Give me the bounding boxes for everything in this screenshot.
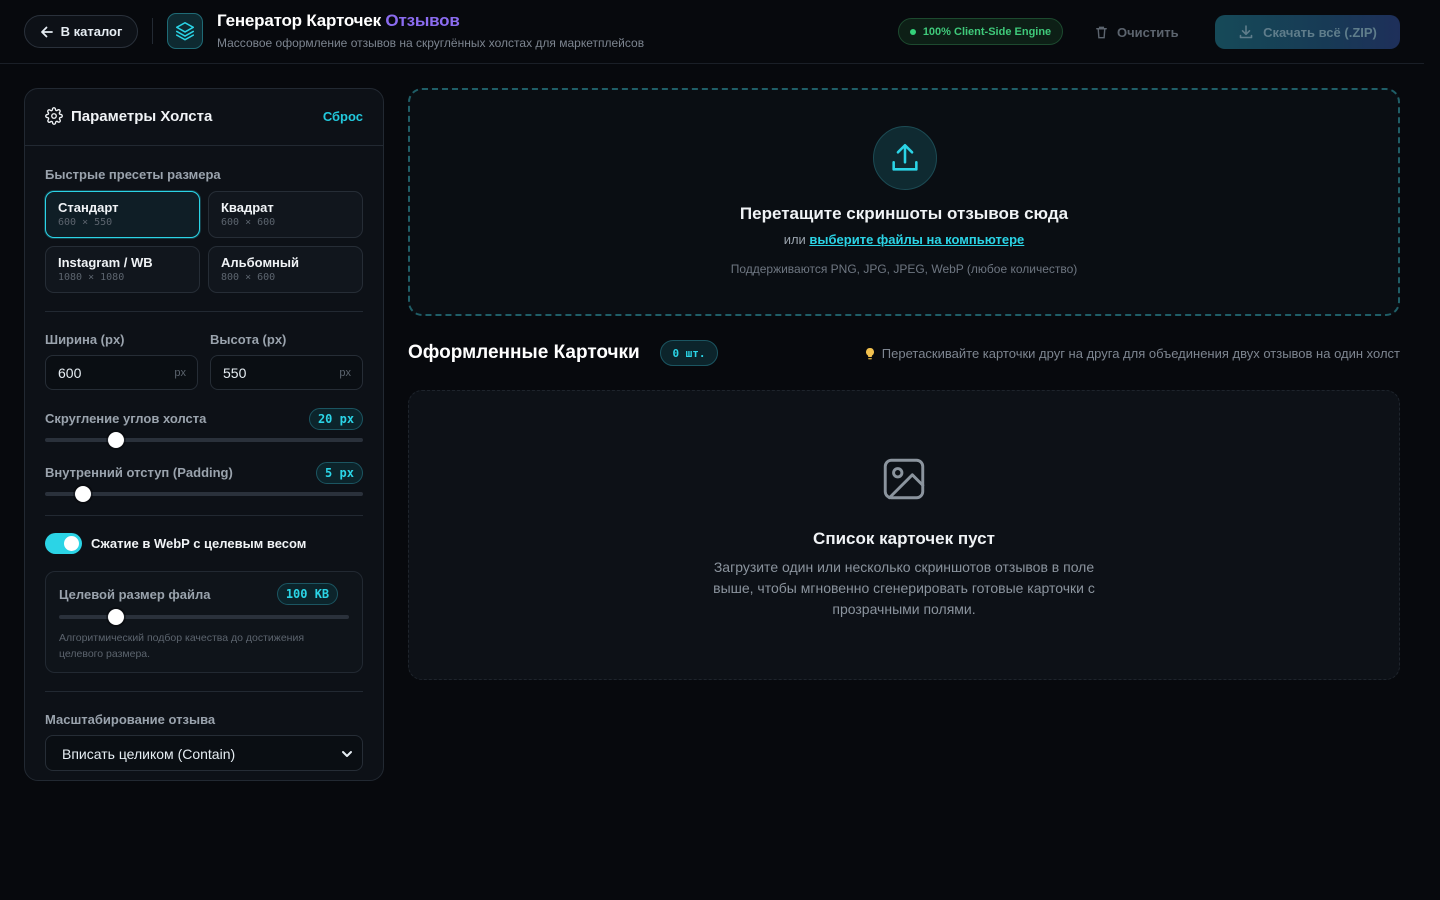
radius-slider[interactable] [45, 432, 363, 448]
title-main: Генератор Карточек [217, 11, 381, 30]
preset-dims: 600 × 550 [58, 217, 113, 228]
upload-icon [873, 126, 937, 190]
preset-name: Альбомный [221, 255, 299, 270]
height-input[interactable]: 550 px [210, 355, 363, 390]
status-dot-icon [909, 28, 916, 35]
presets-label: Быстрые пресеты размера [45, 167, 221, 182]
scaling-select[interactable]: Вписать целиком (Contain) [45, 735, 363, 771]
chevron-down-icon [342, 751, 352, 757]
empty-state-title: Список карточек пуст [813, 529, 995, 548]
merge-hint: Перетаскивайте карточки друг на друга дл… [864, 346, 1400, 361]
engine-badge-label: 100% Client-Side Engine [922, 25, 1052, 38]
target-size-note: Алгоритмический подбор качества до дости… [59, 632, 305, 660]
target-size-slider[interactable] [59, 609, 349, 625]
dropzone-or-text: или [783, 232, 806, 247]
supported-formats-text: Поддерживаются PNG, JPG, JPEG, WebP (люб… [730, 262, 1078, 276]
layers-icon [167, 13, 203, 49]
preset-dims: 800 × 600 [221, 272, 276, 283]
toggle-knob [64, 536, 79, 551]
app-header: В каталог Генератор Карточек Отзывов Мас… [0, 0, 1424, 64]
height-unit: px [339, 367, 351, 379]
scaling-selected-value: Вписать целиком (Contain) [62, 746, 236, 762]
cards-count-badge: 0 шт. [660, 340, 718, 366]
cards-section-title: Оформленные Карточки [408, 342, 640, 363]
choose-files-link[interactable]: выберите файлы на компьютере [809, 232, 1024, 247]
padding-slider-thumb[interactable] [75, 486, 92, 502]
target-size-value-badge: 100 KB [277, 583, 338, 605]
preset-name: Стандарт [58, 200, 119, 215]
back-to-catalog-button[interactable]: В каталог [24, 15, 138, 48]
panel-title-label: Параметры Холста [71, 107, 213, 125]
lightbulb-icon [865, 347, 874, 359]
clear-button[interactable]: Очистить [1094, 20, 1179, 44]
radius-value-badge: 20 px [309, 408, 363, 430]
arrow-left-icon [40, 26, 53, 37]
merge-hint-text: Перетаскивайте карточки друг на друга дл… [881, 346, 1400, 361]
webp-compression-toggle[interactable] [45, 533, 82, 554]
width-label: Ширина (px) [45, 332, 125, 347]
panel-header: Параметры Холста Сброс [25, 89, 383, 146]
download-zip-button[interactable]: Скачать всё (.ZIP) [1215, 15, 1400, 49]
target-size-label: Целевой размер файла [59, 587, 211, 602]
back-label: В каталог [60, 24, 123, 39]
divider [45, 311, 363, 312]
page-title: Генератор Карточек Отзывов [217, 11, 460, 31]
image-icon [883, 458, 925, 500]
gear-icon [45, 107, 63, 125]
page-subtitle: Массовое оформление отзывов на скруглённ… [217, 36, 645, 50]
preset-dims: 1080 × 1080 [58, 272, 125, 283]
dropzone-or-line: или выберите файлы на компьютере [410, 232, 1398, 247]
reset-button[interactable]: Сброс [323, 109, 363, 124]
width-value: 600 [58, 365, 82, 381]
height-label: Высота (px) [210, 332, 287, 347]
webp-toggle-label: Сжатие в WebP с целевым весом [91, 536, 307, 551]
height-value: 550 [223, 365, 247, 381]
preset-dims: 600 × 600 [221, 217, 276, 228]
radius-slider-thumb[interactable] [108, 432, 125, 448]
panel-title: Параметры Холста [45, 107, 212, 125]
scaling-label: Масштабирование отзыва [45, 712, 216, 727]
preset-standard[interactable]: Стандарт 600 × 550 [45, 191, 200, 238]
upload-dropzone[interactable]: Перетащите скриншоты отзывов сюда или вы… [408, 88, 1400, 316]
preset-name: Квадрат [221, 200, 274, 215]
padding-slider[interactable] [45, 486, 363, 502]
preset-name: Instagram / WB [58, 255, 153, 270]
width-input[interactable]: 600 px [45, 355, 198, 390]
empty-state-text: Загрузите один или несколько скриншотов … [713, 559, 1095, 617]
padding-value-badge: 5 px [316, 462, 363, 484]
width-unit: px [174, 367, 186, 379]
divider [45, 515, 363, 516]
header-divider [152, 18, 153, 44]
cards-empty-state: Список карточек пуст Загрузите один или … [408, 390, 1400, 680]
clear-label: Очистить [1117, 24, 1179, 40]
divider [45, 691, 363, 692]
target-size-panel: Целевой размер файла 100 KB Алгоритмичес… [45, 571, 363, 673]
padding-label: Внутренний отступ (Padding) [45, 465, 233, 480]
preset-instagram-wb[interactable]: Instagram / WB 1080 × 1080 [45, 246, 200, 293]
download-icon [1239, 25, 1253, 39]
download-label: Скачать всё (.ZIP) [1263, 24, 1377, 40]
dropzone-title: Перетащите скриншоты отзывов сюда [739, 204, 1069, 223]
radius-label: Скругление углов холста [45, 411, 207, 426]
trash-icon [1096, 26, 1107, 38]
preset-landscape[interactable]: Альбомный 800 × 600 [208, 246, 363, 293]
title-accent: Отзывов [385, 11, 460, 30]
engine-status-badge: 100% Client-Side Engine [898, 18, 1063, 45]
canvas-settings-panel: Параметры Холста Сброс Быстрые пресеты р… [24, 88, 384, 781]
target-size-slider-thumb[interactable] [108, 609, 125, 625]
preset-square[interactable]: Квадрат 600 × 600 [208, 191, 363, 238]
